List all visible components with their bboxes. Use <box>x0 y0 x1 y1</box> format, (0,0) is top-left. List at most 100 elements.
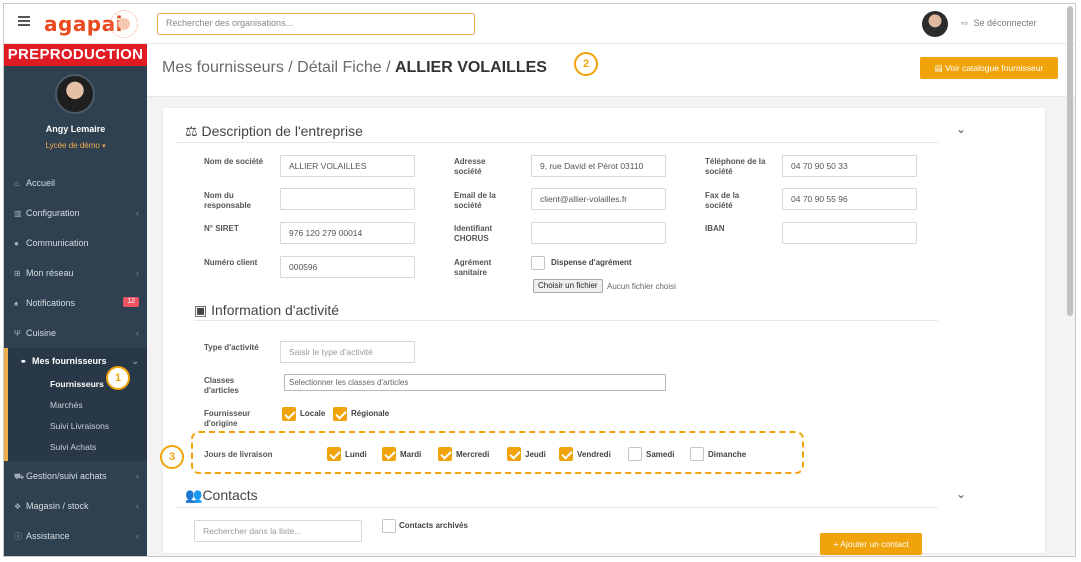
sidebar-item-magasin-stock[interactable]: ❖ Magasin / stock ‹ <box>4 491 147 521</box>
sidebar-subitem-suivi-livraisons[interactable]: Suivi Livraisons <box>14 416 147 437</box>
handshake-icon: ⚭ <box>20 357 27 366</box>
sidebar-item-label: Assistance <box>26 531 70 541</box>
sidebar-item-label: Accueil <box>26 178 56 188</box>
add-contact-button[interactable]: + Ajouter un contact <box>820 533 922 555</box>
telephone-input[interactable]: 04 70 90 50 33 <box>782 155 917 177</box>
jour-mercredi-label: Mercredi <box>456 450 490 459</box>
sidebar-item-configuration[interactable]: ▥ Configuration ‹ <box>4 198 147 228</box>
origine-locale-checkbox[interactable] <box>282 407 296 421</box>
chevron-left-icon: ‹ <box>136 501 139 511</box>
nom-societe-label: Nom de société <box>204 157 264 166</box>
jour-dimanche-label: Dimanche <box>708 450 747 459</box>
chevron-left-icon: ‹ <box>136 268 139 278</box>
type-activite-input[interactable]: Saisir le type d'activité <box>280 341 415 363</box>
origine-regionale-checkbox[interactable] <box>333 407 347 421</box>
logout-link[interactable]: ⇨ Se déconnecter <box>961 18 1037 29</box>
sidebar-item-mon-reseau[interactable]: ⊞ Mon réseau ‹ <box>4 258 147 288</box>
sidebar-item-notifications[interactable]: ♠ Notifications 12 <box>4 288 147 318</box>
jour-vendredi-label: Vendredi <box>577 450 611 459</box>
chat-icon: ● <box>14 239 19 248</box>
home-icon: ⌂ <box>14 179 19 188</box>
view-catalogue-label: Voir catalogue fournisseur <box>945 63 1044 73</box>
activity-divider <box>194 320 938 321</box>
profile-avatar <box>55 74 95 114</box>
contacts-search-input[interactable]: Rechercher dans la liste... <box>194 520 362 542</box>
id-card-icon: ▣ <box>194 302 212 318</box>
fax-input[interactable]: 04 70 90 55 96 <box>782 188 917 210</box>
jour-samedi-label: Samedi <box>646 450 675 459</box>
cubes-icon: ❖ <box>14 502 22 511</box>
jour-jeudi-checkbox[interactable] <box>507 447 521 461</box>
organisation-search-input[interactable]: Rechercher des organisations... <box>157 13 475 35</box>
jour-dimanche-checkbox[interactable] <box>690 447 704 461</box>
sidebar-item-label: Mon réseau <box>26 268 74 278</box>
sidebar-subitem-marches[interactable]: Marchés <box>14 395 147 416</box>
siret-label: N° SIRET <box>204 224 239 233</box>
view-catalogue-button[interactable]: ▤ Voir catalogue fournisseur <box>920 57 1058 79</box>
dispense-agrement-checkbox[interactable] <box>531 256 545 270</box>
menu-toggle-icon[interactable] <box>18 16 30 26</box>
sidebar-item-assistance[interactable]: ⓘ Assistance ‹ <box>4 521 147 551</box>
file-status-text: Aucun fichier choisi <box>607 282 676 291</box>
organisation-name: Lycée de démo <box>45 141 100 150</box>
description-title-text: Description de l'entreprise <box>201 123 363 139</box>
bell-icon: ♠ <box>14 299 19 308</box>
fax-label: Fax de la société <box>705 191 740 210</box>
sidebar-item-communication[interactable]: ● Communication <box>4 228 147 258</box>
collapse-description-chevron-icon[interactable]: ⌄ <box>956 122 966 136</box>
classes-articles-label: Classes d'articles <box>204 376 239 395</box>
description-section-title: ⚖ Description de l'entreprise <box>185 123 363 140</box>
chorus-input[interactable] <box>531 222 666 244</box>
environment-banner: PREPRODUCTION <box>4 44 147 66</box>
bank-icon: ▥ <box>14 209 22 218</box>
breadcrumb: Mes fournisseurs / Détail Fiche / ALLIER… <box>162 59 547 77</box>
siret-input[interactable]: 976 120 279 00014 <box>280 222 415 244</box>
jour-mercredi-checkbox[interactable] <box>438 447 452 461</box>
chorus-label: Identifiant CHORUS <box>454 224 493 243</box>
email-label: Email de la société <box>454 191 496 210</box>
iban-label: IBAN <box>705 224 725 233</box>
sidebar-subitem-suivi-achats[interactable]: Suivi Achats <box>14 437 147 461</box>
profile-name: Angy Lemaire <box>45 124 106 134</box>
responsable-input[interactable] <box>280 188 415 210</box>
annotation-marker-3: 3 <box>160 445 184 469</box>
users-icon: 👥 <box>185 487 203 503</box>
page-scrollbar[interactable] <box>1067 6 1073 316</box>
annotation-marker-1: 1 <box>106 366 130 390</box>
jour-lundi-checkbox[interactable] <box>327 447 341 461</box>
jour-samedi-checkbox[interactable] <box>628 447 642 461</box>
sign-out-icon: ⇨ <box>961 18 969 28</box>
iban-input[interactable] <box>782 222 917 244</box>
contacts-archived-label: Contacts archivés <box>399 521 468 530</box>
numero-client-input[interactable]: 000596 <box>280 256 415 278</box>
classes-articles-select[interactable]: Selectionner les classes d'articles <box>284 374 666 391</box>
sidebar-item-gestion-achats[interactable]: ⛟ Gestion/suivi achats ‹ <box>4 461 147 491</box>
balance-scale-icon: ⚖ <box>185 123 202 139</box>
jour-vendredi-checkbox[interactable] <box>559 447 573 461</box>
contacts-archived-checkbox[interactable] <box>382 519 396 533</box>
responsable-label: Nom du responsable <box>204 191 252 210</box>
adresse-input[interactable]: 9, rue David et Pérot 03110 <box>531 155 666 177</box>
collapse-contacts-chevron-icon[interactable]: ⌄ <box>956 487 966 501</box>
logo-mark-icon <box>110 10 138 38</box>
email-input[interactable]: client@allier-volailles.fr <box>531 188 666 210</box>
description-divider <box>176 142 938 143</box>
activity-section-title: ▣ Information d'activité <box>194 302 339 319</box>
activity-title-text: Information d'activité <box>211 302 340 318</box>
nom-societe-input[interactable]: ALLIER VOLAILLES <box>280 155 415 177</box>
choose-file-button[interactable]: Choisir un fichier <box>533 279 603 293</box>
organisation-dropdown[interactable]: Lycée de démo ▾ <box>4 141 147 150</box>
jour-mardi-checkbox[interactable] <box>382 447 396 461</box>
sidebar-item-accueil[interactable]: ⌂ Accueil <box>4 168 147 198</box>
jour-jeudi-label: Jeudi <box>525 450 546 459</box>
chevron-down-icon: ⌄ <box>131 356 139 366</box>
user-avatar[interactable] <box>922 11 948 37</box>
sidebar-item-cuisine[interactable]: Ψ Cuisine ‹ <box>4 318 147 348</box>
jour-lundi-label: Lundi <box>345 450 367 459</box>
adresse-label: Adresse société <box>454 157 486 176</box>
top-bar: agapai Rechercher des organisations... ⇨… <box>4 4 1075 44</box>
chevron-left-icon: ‹ <box>136 531 139 541</box>
jour-mardi-label: Mardi <box>400 450 422 459</box>
numero-client-label: Numéro client <box>204 258 258 267</box>
cutlery-icon: Ψ <box>14 329 21 338</box>
